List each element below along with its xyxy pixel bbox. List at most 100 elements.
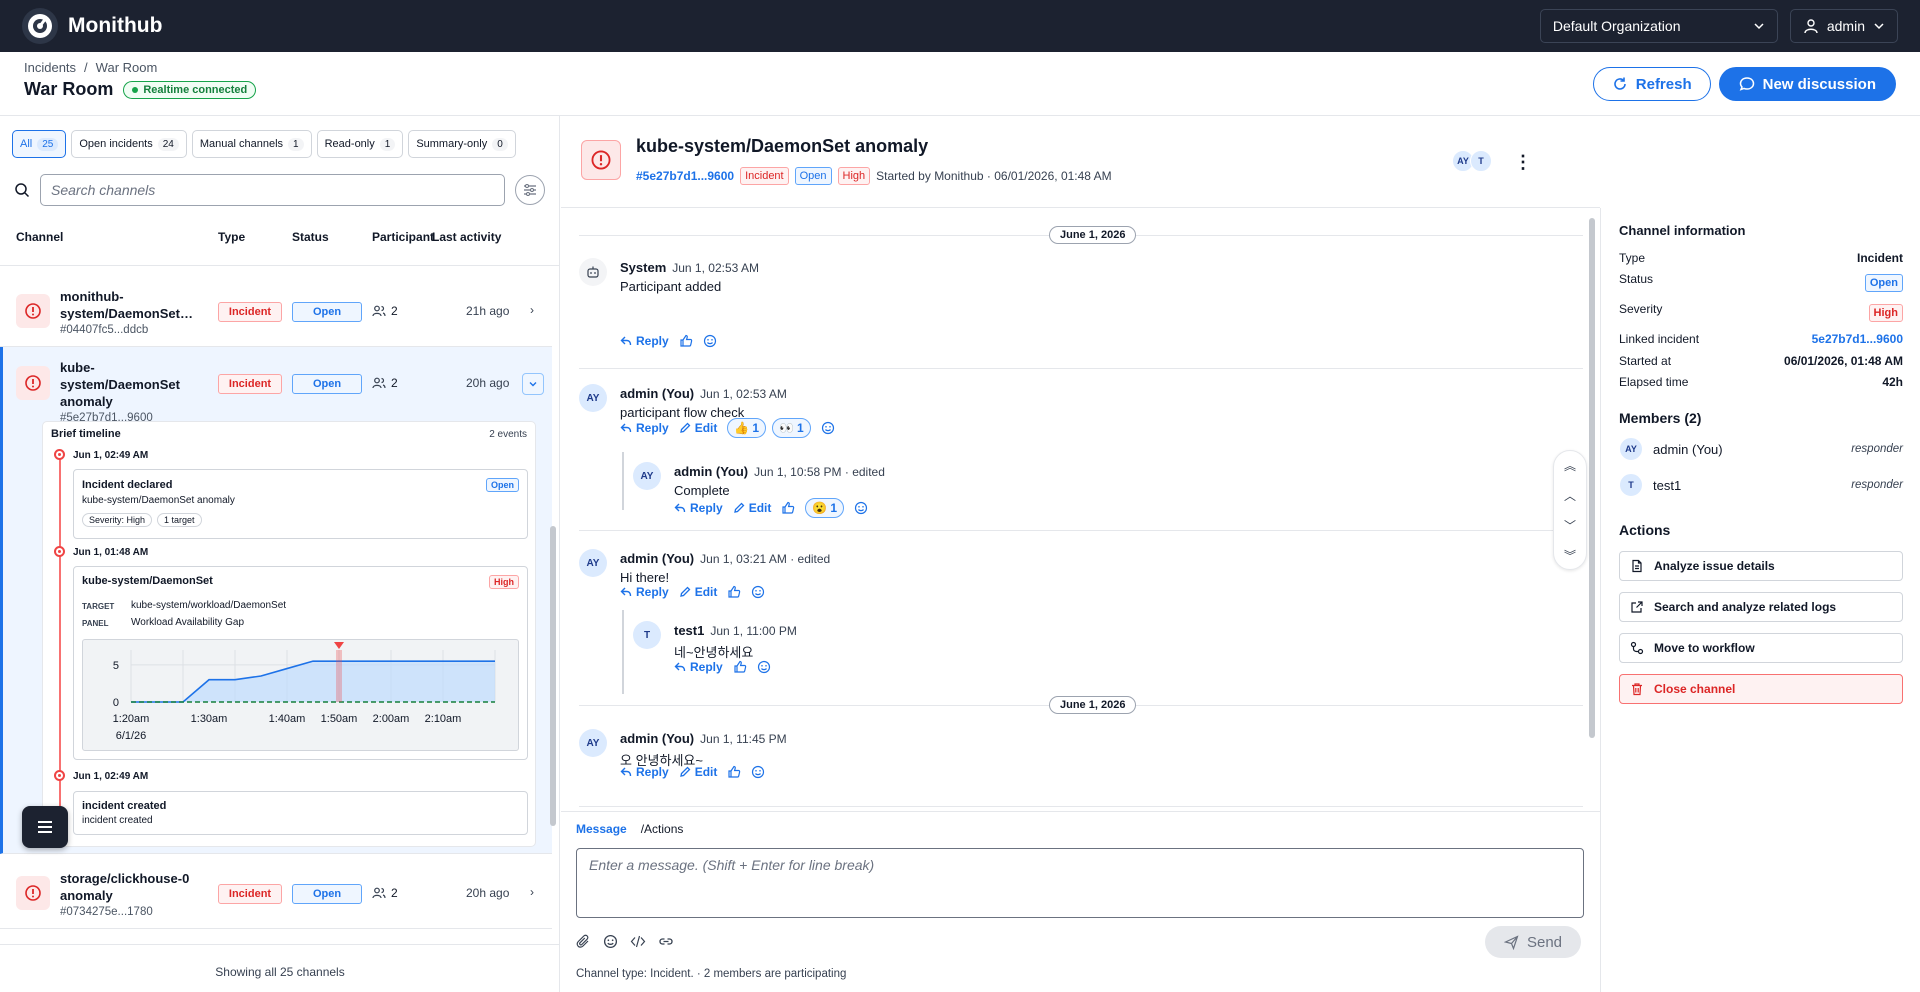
chevron-down-icon (529, 382, 537, 387)
thumbs-up-icon[interactable] (727, 585, 741, 599)
target-value: kube-system/workload/DaemonSet (131, 600, 287, 611)
add-reaction-icon[interactable] (821, 421, 835, 435)
edit-button[interactable]: Edit (733, 501, 771, 515)
user-menu[interactable]: admin (1789, 9, 1898, 43)
member-item[interactable]: T test1 responder (1619, 473, 1903, 497)
tab-message[interactable]: Message (576, 822, 627, 836)
attach-icon[interactable] (576, 934, 591, 949)
timeline-event-card[interactable]: Incident declared kube-system/DaemonSet … (73, 469, 528, 539)
refresh-button[interactable]: Refresh (1592, 67, 1711, 101)
organization-select[interactable]: Default Organization (1539, 9, 1778, 43)
filter-open-incidents[interactable]: Open incidents 24 (71, 130, 187, 158)
participant-number: 2 (391, 304, 398, 318)
emoji-icon[interactable] (603, 934, 618, 949)
filter-settings-button[interactable] (515, 175, 545, 205)
last-activity: 20h ago (466, 886, 510, 900)
channel-id: #04407fc5...ddcb (60, 324, 149, 336)
edit-button[interactable]: Edit (679, 421, 717, 435)
new-discussion-button[interactable]: New discussion (1718, 67, 1896, 101)
info-row-linked-incident: Linked incident 5e27b7d1...9600 (1619, 332, 1903, 346)
filter-manual-channels[interactable]: Manual channels 1 (191, 130, 312, 158)
reply-button[interactable]: Reply (674, 501, 723, 515)
jump-top-icon[interactable]: ︽ (1554, 451, 1586, 481)
member-item[interactable]: AY admin (You) responder (1619, 437, 1903, 461)
analyze-issue-button[interactable]: Analyze issue details (1619, 551, 1903, 581)
reply-button[interactable]: Reply (620, 765, 669, 779)
code-icon[interactable] (630, 934, 646, 949)
severity-badge: High (1868, 304, 1903, 322)
filter-read-only[interactable]: Read-only 1 (316, 130, 404, 158)
chevron-right-icon[interactable]: › (530, 303, 534, 317)
next-icon[interactable]: ﹀ (1554, 511, 1586, 541)
jump-bottom-icon[interactable]: ︾ (1554, 541, 1586, 571)
message-scrollbar[interactable] (1589, 218, 1595, 738)
left-scrollbar[interactable] (550, 526, 556, 826)
page-title: War Room (24, 79, 114, 99)
reply-button[interactable]: Reply (674, 660, 723, 674)
panel-label: PANEL (82, 619, 109, 628)
thumbs-up-icon[interactable] (727, 765, 741, 779)
channel-row[interactable]: storage/clickhouse-0 anomaly #0734275e..… (0, 857, 552, 929)
thumbs-up-icon[interactable] (679, 334, 693, 348)
collapse-toggle-button[interactable] (522, 373, 544, 395)
column-last-activity[interactable]: Last activity (432, 230, 501, 244)
last-activity: 20h ago (466, 376, 510, 390)
timeline-event-card[interactable]: incident created incident created (73, 791, 528, 835)
status-badge: Open (794, 167, 832, 185)
filter-count: 25 (37, 137, 59, 151)
avatar: T (1470, 150, 1492, 172)
linked-incident-link[interactable]: 5e27b7d1...9600 (1812, 332, 1903, 346)
action-label: Analyze issue details (1654, 559, 1775, 573)
menu-fab-button[interactable] (22, 806, 68, 848)
send-button[interactable]: Send (1485, 926, 1581, 958)
close-channel-button[interactable]: Close channel (1619, 674, 1903, 704)
breadcrumb-incidents[interactable]: Incidents (24, 60, 76, 75)
move-to-workflow-button[interactable]: Move to workflow (1619, 633, 1903, 663)
add-reaction-icon[interactable] (751, 585, 765, 599)
search-logs-button[interactable]: Search and analyze related logs (1619, 592, 1903, 622)
reply-button[interactable]: Reply (620, 334, 669, 348)
filter-label: Manual channels (199, 138, 284, 150)
brand[interactable]: Monithub (22, 8, 162, 44)
link-icon[interactable] (658, 934, 674, 949)
message-text: Hi there! (620, 570, 670, 585)
column-status[interactable]: Status (292, 230, 329, 244)
edit-button[interactable]: Edit (679, 585, 717, 599)
add-reaction-icon[interactable] (854, 501, 868, 515)
channel-name: monithub-system/DaemonSet… #04407fc5...d… (60, 288, 193, 339)
user-icon (1804, 19, 1818, 34)
filter-summary-only[interactable]: Summary-only 0 (408, 130, 516, 158)
reaction-count: 1 (830, 501, 837, 515)
add-reaction-icon[interactable] (757, 660, 771, 674)
column-type[interactable]: Type (218, 230, 245, 244)
column-channel[interactable]: Channel (16, 230, 63, 244)
add-reaction-icon[interactable] (703, 334, 717, 348)
thumbs-up-icon[interactable] (781, 501, 795, 515)
reaction-thumbs-up[interactable]: 👍 1 (727, 418, 766, 438)
add-reaction-icon[interactable] (751, 765, 765, 779)
message-input[interactable] (576, 848, 1584, 918)
reply-button[interactable]: Reply (620, 585, 669, 599)
reply-button[interactable]: Reply (620, 421, 669, 435)
more-options-icon[interactable]: ⋮ (1514, 152, 1532, 173)
edit-button[interactable]: Edit (679, 765, 717, 779)
filter-all[interactable]: All 25 (12, 130, 67, 158)
tab-actions[interactable]: /Actions (641, 822, 684, 836)
reaction-surprised[interactable]: 😮 1 (805, 498, 844, 518)
channel-id-link[interactable]: #5e27b7d1...9600 (636, 169, 734, 183)
message-time: Jun 1, 02:53 AM (672, 261, 759, 275)
column-participants[interactable]: Participants (372, 230, 434, 244)
chevron-right-icon[interactable]: › (530, 885, 534, 899)
timeline-event-card[interactable]: kube-system/DaemonSet High TARGET kube-s… (73, 566, 528, 760)
status-badge: Open (292, 302, 362, 322)
search-input[interactable] (40, 174, 505, 206)
thumbs-up-icon[interactable] (733, 660, 747, 674)
reaction-emoji: 👍 (734, 421, 750, 435)
breadcrumb-war-room[interactable]: War Room (96, 60, 158, 75)
previous-icon[interactable]: ︿ (1554, 481, 1586, 511)
participant-avatars[interactable]: AY T (1452, 150, 1492, 172)
document-icon (1632, 559, 1642, 573)
channel-row[interactable]: monithub-system/DaemonSet… #04407fc5...d… (0, 275, 552, 347)
reply-label: Reply (690, 660, 723, 674)
reaction-eyes[interactable]: 👀 1 (772, 418, 811, 438)
